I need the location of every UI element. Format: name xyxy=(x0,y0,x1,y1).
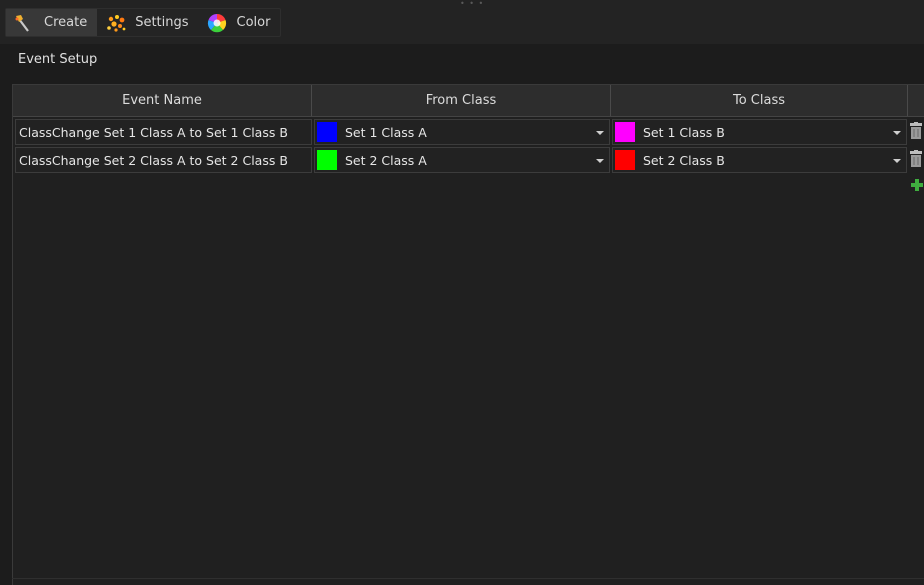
tab-settings[interactable]: Settings xyxy=(97,9,198,36)
table-row: ClassChange Set 1 Class A to Set 1 Class… xyxy=(15,119,922,145)
tab-create[interactable]: Create xyxy=(6,9,98,36)
color-swatch xyxy=(317,150,337,170)
event-name-field[interactable]: ClassChange Set 2 Class A to Set 2 Class… xyxy=(15,147,312,173)
tab-label: Settings xyxy=(135,15,189,30)
splitter-grip[interactable]: • • • xyxy=(460,0,484,8)
table-row: ClassChange Set 2 Class A to Set 2 Class… xyxy=(15,147,922,173)
color-swatch xyxy=(615,150,635,170)
column-header-to-class[interactable]: To Class xyxy=(611,85,908,116)
chevron-down-icon xyxy=(596,131,604,135)
color-swatch xyxy=(317,122,337,142)
chevron-down-icon xyxy=(596,159,604,163)
top-bar: • • • Create Settings Color xyxy=(0,0,924,44)
divider xyxy=(12,578,924,579)
tab-label: Color xyxy=(236,15,271,30)
dropdown-value: Set 1 Class B xyxy=(643,124,725,140)
section-title: Event Setup xyxy=(18,52,98,67)
dropdown-value: Set 2 Class A xyxy=(345,152,427,168)
from-class-dropdown[interactable]: Set 1 Class A xyxy=(314,119,610,145)
from-class-dropdown[interactable]: Set 2 Class A xyxy=(314,147,610,173)
to-class-dropdown[interactable]: Set 2 Class B xyxy=(612,147,907,173)
wand-icon xyxy=(14,13,36,33)
trash-icon[interactable] xyxy=(910,150,922,168)
column-header-from-class[interactable]: From Class xyxy=(312,85,611,116)
column-header-event-name[interactable]: Event Name xyxy=(13,85,312,116)
chevron-down-icon xyxy=(893,131,901,135)
tab-bar: Create Settings Color xyxy=(5,8,282,37)
color-swatch xyxy=(615,122,635,142)
dropdown-value: Set 1 Class A xyxy=(345,124,427,140)
tab-color[interactable]: Color xyxy=(199,9,281,36)
plus-icon[interactable] xyxy=(910,178,924,192)
column-header-actions xyxy=(908,85,924,116)
tab-label: Create xyxy=(44,15,88,30)
trash-icon[interactable] xyxy=(910,122,922,140)
table-header: Event Name From Class To Class xyxy=(13,85,924,117)
color-wheel-icon xyxy=(207,13,229,33)
to-class-dropdown[interactable]: Set 1 Class B xyxy=(612,119,907,145)
particles-icon xyxy=(105,13,127,33)
event-name-field[interactable]: ClassChange Set 1 Class A to Set 1 Class… xyxy=(15,119,312,145)
event-table: Event Name From Class To Class ClassChan… xyxy=(12,84,924,585)
chevron-down-icon xyxy=(893,159,901,163)
dropdown-value: Set 2 Class B xyxy=(643,152,725,168)
